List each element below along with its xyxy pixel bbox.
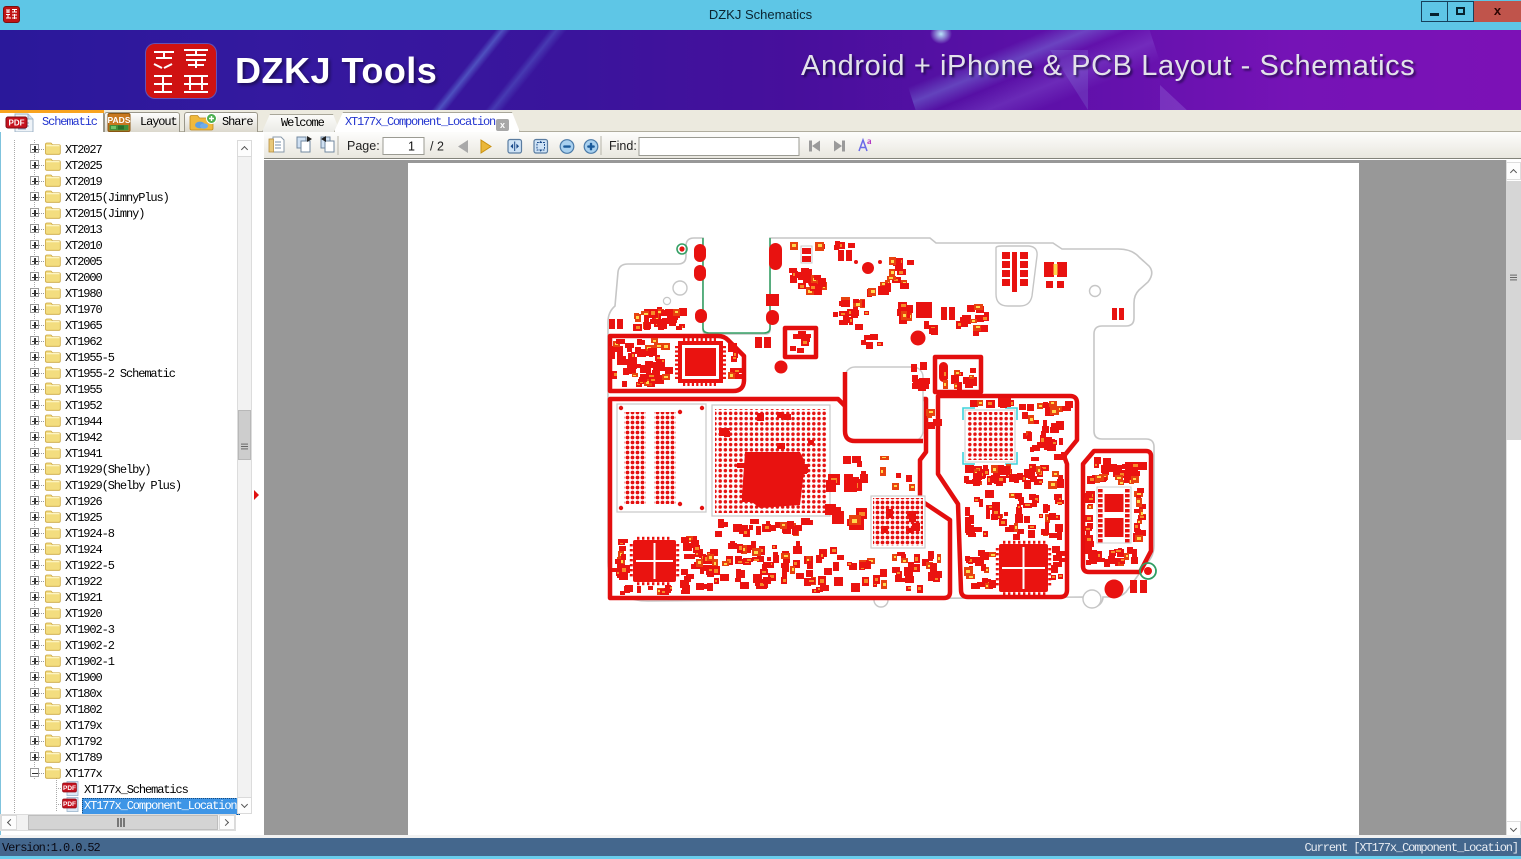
svg-text:a: a bbox=[867, 136, 872, 146]
svg-text:PDF: PDF bbox=[63, 801, 76, 808]
svg-text:PDF: PDF bbox=[63, 785, 76, 792]
svg-text:Page:: Page: bbox=[347, 139, 380, 153]
svg-text:PDF: PDF bbox=[9, 119, 25, 128]
svg-text:Find:: Find: bbox=[609, 139, 637, 153]
svg-text:/ 2: / 2 bbox=[430, 140, 444, 154]
svg-text:1: 1 bbox=[408, 140, 415, 154]
svg-text:PADS: PADS bbox=[108, 115, 131, 125]
